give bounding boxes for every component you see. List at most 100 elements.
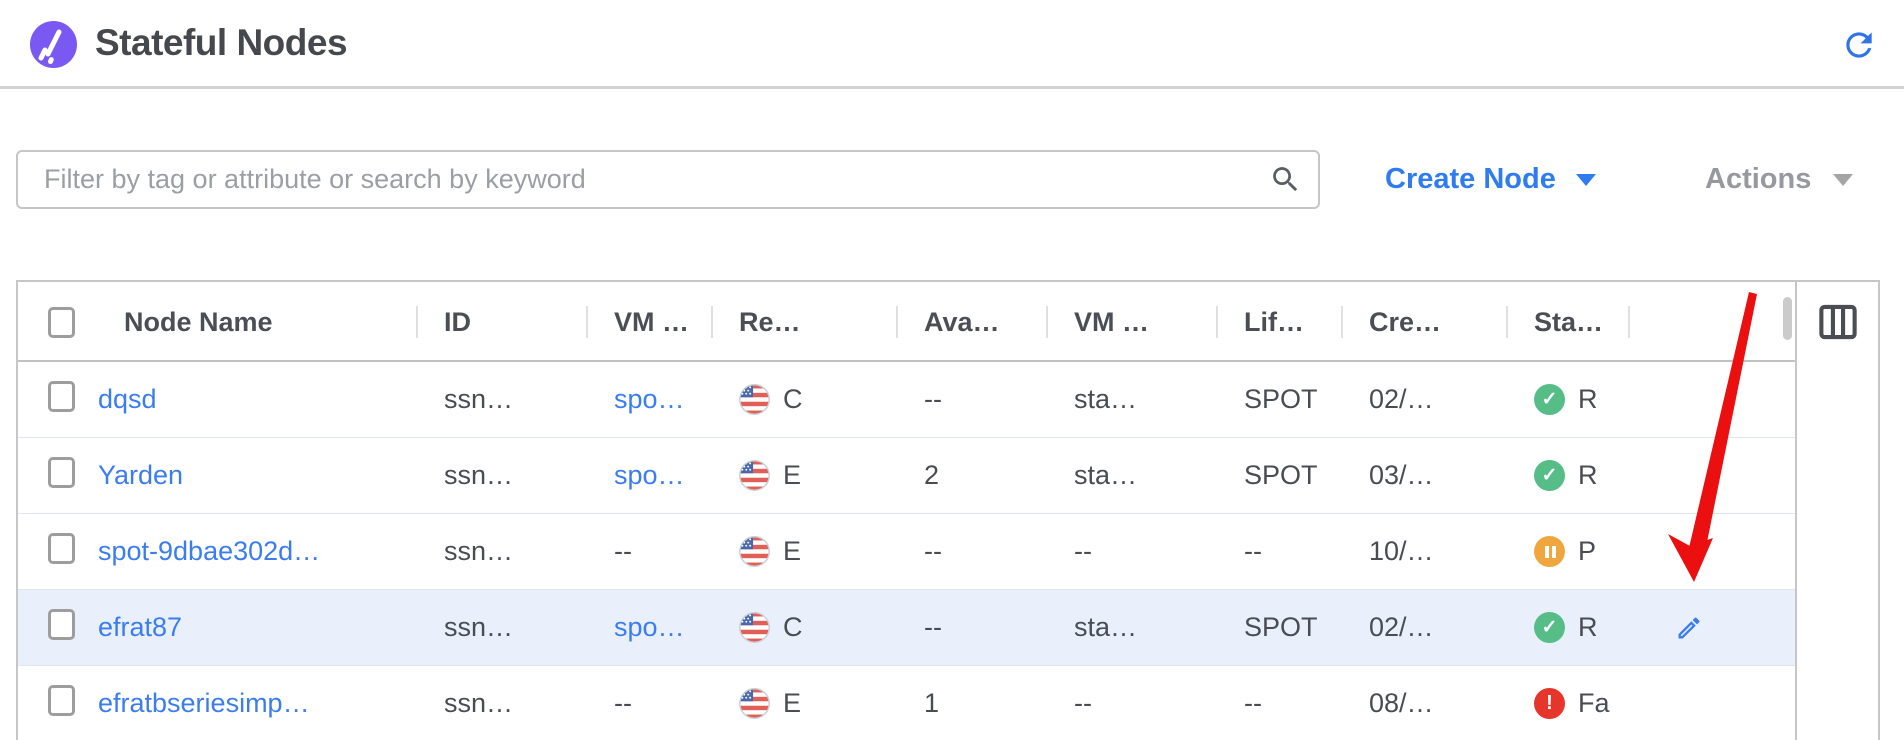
availability-zone-cell: -- [896, 536, 1046, 567]
refresh-icon[interactable] [1840, 26, 1878, 64]
column-header-lifecycle[interactable]: Lif… [1216, 282, 1341, 362]
row-checkbox[interactable] [48, 381, 75, 412]
column-header-created[interactable]: Cre… [1341, 282, 1506, 362]
create-node-button[interactable]: Create Node [1385, 150, 1596, 209]
availability-zone-cell: -- [896, 384, 1046, 415]
status-value: R [1578, 384, 1598, 415]
column-header-vm-size[interactable]: VM … [1046, 282, 1216, 362]
us-flag-icon [739, 688, 770, 719]
region-value: E [783, 688, 801, 719]
node-name-link[interactable]: spot-9dbae302d… [98, 536, 320, 566]
id-value: ssn… [444, 536, 513, 566]
region-value: E [783, 460, 801, 491]
vm-link: -- [614, 688, 632, 718]
node-name-link[interactable]: Yarden [98, 460, 183, 490]
table-row-yarden[interactable]: Yardenssn…spo…E2sta…SPOT03/…✓R [18, 438, 1795, 514]
vm-size-cell: -- [1046, 688, 1216, 719]
scrollbar-thumb[interactable] [1783, 297, 1792, 340]
status-value: R [1578, 612, 1598, 643]
id-value: ssn… [444, 688, 513, 718]
lifecycle-cell: SPOT [1216, 384, 1341, 415]
availability-zone-value: -- [924, 536, 942, 566]
vm-name-cell: spo… [586, 460, 711, 491]
us-flag-icon [739, 536, 770, 567]
vm-link: -- [614, 536, 632, 566]
node-name-link[interactable]: dqsd [98, 384, 157, 414]
row-select-cell [18, 381, 96, 419]
column-header-vm-name[interactable]: VM … [586, 282, 711, 362]
created-value: 03/… [1369, 460, 1434, 490]
node-name-cell: Yarden [96, 460, 416, 491]
row-checkbox[interactable] [48, 533, 75, 564]
edit-pencil-icon[interactable] [1675, 614, 1703, 642]
region-value: C [783, 384, 803, 415]
column-header-availability-zone[interactable]: Ava… [896, 282, 1046, 362]
region-cell: C [711, 384, 896, 415]
vm-size-value: -- [1074, 536, 1092, 566]
lifecycle-value: -- [1244, 536, 1262, 566]
column-header-label: Sta… [1534, 307, 1603, 338]
table-row-dqsd[interactable]: dqsdssn…spo…C--sta…SPOT02/…✓R [18, 362, 1795, 438]
id-value: ssn… [444, 460, 513, 490]
actions-dropdown[interactable]: Actions [1705, 150, 1853, 209]
created-cell: 02/… [1341, 612, 1506, 643]
lifecycle-cell: -- [1216, 536, 1341, 567]
us-flag-icon [739, 460, 770, 491]
us-flag-icon [739, 612, 770, 643]
vm-size-cell: -- [1046, 536, 1216, 567]
column-picker-icon[interactable] [1819, 304, 1857, 340]
row-checkbox[interactable] [48, 685, 75, 716]
row-checkbox[interactable] [48, 457, 75, 488]
column-header-label: ID [444, 307, 471, 338]
lifecycle-value: SPOT [1244, 460, 1318, 490]
chevron-down-icon [1576, 174, 1596, 186]
column-header-node-name[interactable]: Node Name [96, 282, 416, 362]
node-name-link[interactable]: efratbseriesimp… [98, 688, 310, 718]
node-name-cell: dqsd [96, 384, 416, 415]
availability-zone-value: 1 [924, 688, 939, 718]
column-header-label: VM … [614, 307, 689, 338]
lifecycle-value: SPOT [1244, 612, 1318, 642]
region-value: E [783, 536, 801, 567]
created-value: 02/… [1369, 612, 1434, 642]
lifecycle-value: -- [1244, 688, 1262, 718]
actions-label: Actions [1705, 163, 1811, 196]
filter-input[interactable] [16, 150, 1320, 209]
created-value: 02/… [1369, 384, 1434, 414]
select-all-checkbox[interactable] [48, 307, 75, 338]
column-header-region[interactable]: Re… [711, 282, 896, 362]
region-cell: E [711, 536, 896, 567]
running-status-icon: ✓ [1534, 460, 1565, 491]
table-row-efratbseriesimp-[interactable]: efratbseriesimp…ssn…--E1----08/…!Fa [18, 666, 1795, 740]
row-select-cell [18, 533, 96, 571]
table-row-efrat87[interactable]: efrat87ssn…spo…C--sta…SPOT02/…✓R [18, 590, 1795, 666]
table-icon-column [1795, 282, 1878, 740]
lifecycle-value: SPOT [1244, 384, 1318, 414]
vm-link[interactable]: spo… [614, 384, 685, 414]
table-row-spot-9dbae302d-[interactable]: spot-9dbae302d…ssn…--E------10/…P [18, 514, 1795, 590]
us-flag-icon [739, 384, 770, 415]
vm-size-cell: sta… [1046, 612, 1216, 643]
column-header-label: Cre… [1369, 307, 1441, 338]
id-cell: ssn… [416, 688, 586, 719]
column-header-status[interactable]: Sta… [1506, 282, 1628, 362]
created-cell: 10/… [1341, 536, 1506, 567]
node-name-link[interactable]: efrat87 [98, 612, 182, 642]
id-cell: ssn… [416, 536, 586, 567]
vm-name-cell: -- [586, 688, 711, 719]
row-actions-cell [1628, 614, 1795, 642]
availability-zone-cell: -- [896, 612, 1046, 643]
vm-size-cell: sta… [1046, 384, 1216, 415]
column-header-id[interactable]: ID [416, 282, 586, 362]
column-header-row-actions [1628, 282, 1795, 362]
search-icon[interactable] [1269, 163, 1302, 196]
failed-status-icon: ! [1534, 688, 1565, 719]
availability-zone-value: 2 [924, 460, 939, 490]
page-title: Stateful Nodes [95, 22, 347, 64]
vm-link[interactable]: spo… [614, 460, 685, 490]
row-checkbox[interactable] [48, 609, 75, 640]
column-header-label: Re… [739, 307, 801, 338]
table-scroll-area: Node NameIDVM …Re…Ava…VM …Lif…Cre…Sta… d… [18, 282, 1795, 740]
vm-link[interactable]: spo… [614, 612, 685, 642]
table-body: dqsdssn…spo…C--sta…SPOT02/…✓RYardenssn…s… [18, 362, 1795, 740]
